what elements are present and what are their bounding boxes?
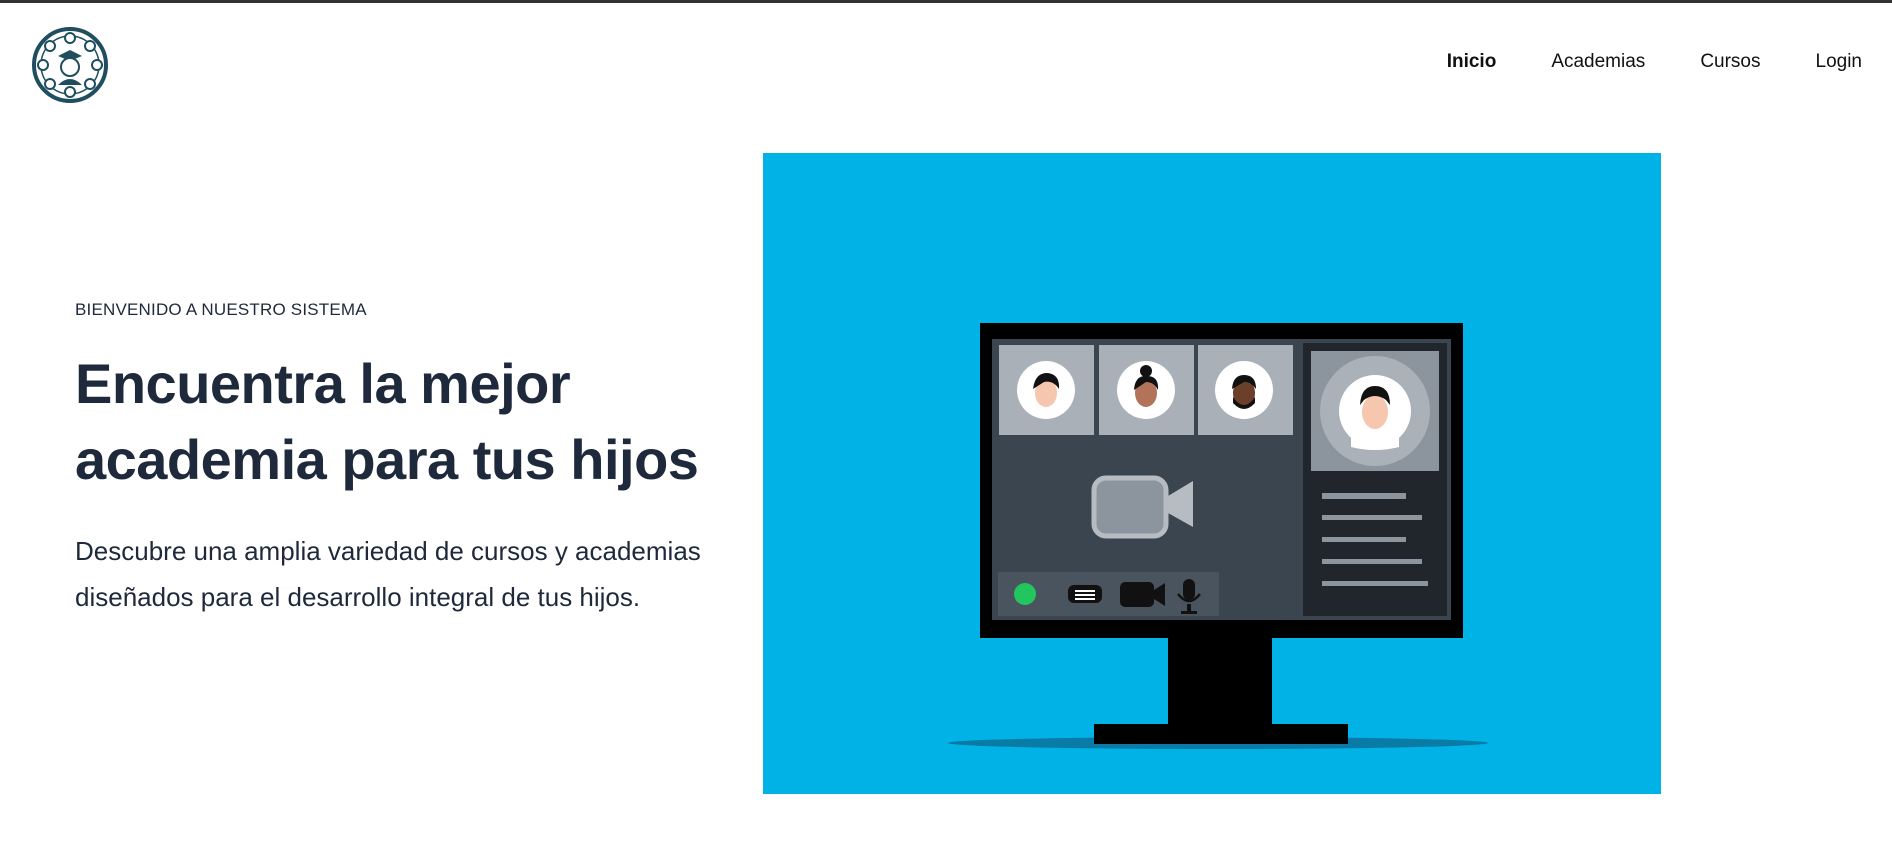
chat-line xyxy=(1322,559,1422,564)
chat-line xyxy=(1322,581,1428,586)
hero-subtitle: Descubre una amplia variedad de cursos y… xyxy=(75,528,755,620)
monitor-neck xyxy=(1168,635,1272,727)
hero-subtitle-line1: Descubre una amplia variedad de cursos y… xyxy=(75,536,701,566)
chat-icon xyxy=(1068,585,1102,603)
participant-avatar-icon xyxy=(1017,361,1075,419)
nav-cursos[interactable]: Cursos xyxy=(1700,51,1760,73)
status-dot-icon xyxy=(1014,583,1036,605)
nav-inicio[interactable]: Inicio xyxy=(1447,51,1497,73)
hero-section: BIENVENIDO A NUESTRO SISTEMA Encuentra l… xyxy=(75,300,755,620)
nav-academias[interactable]: Academias xyxy=(1551,51,1645,73)
hero-title-line2: academia para tus hijos xyxy=(75,428,699,491)
hero-eyebrow: BIENVENIDO A NUESTRO SISTEMA xyxy=(75,300,367,319)
chat-line xyxy=(1322,515,1422,520)
participant-avatar-icon xyxy=(1215,361,1273,419)
participant-avatar-icon xyxy=(1117,361,1175,419)
chat-line xyxy=(1322,493,1406,499)
hero-illustration xyxy=(763,153,1661,794)
site-header: Inicio Academias Cursos Login xyxy=(0,3,1892,123)
nav-login[interactable]: Login xyxy=(1816,51,1863,73)
academy-logo-icon[interactable] xyxy=(32,27,108,103)
main-nav: Inicio Academias Cursos Login xyxy=(1447,51,1862,73)
monitor-base xyxy=(1094,724,1348,744)
hero-subtitle-line2: diseñados para el desarrollo integral de… xyxy=(75,582,641,612)
hero-title: Encuentra la mejor academia para tus hij… xyxy=(75,346,755,498)
hero-title-line1: Encuentra la mejor xyxy=(75,352,571,415)
chat-line xyxy=(1322,537,1406,542)
